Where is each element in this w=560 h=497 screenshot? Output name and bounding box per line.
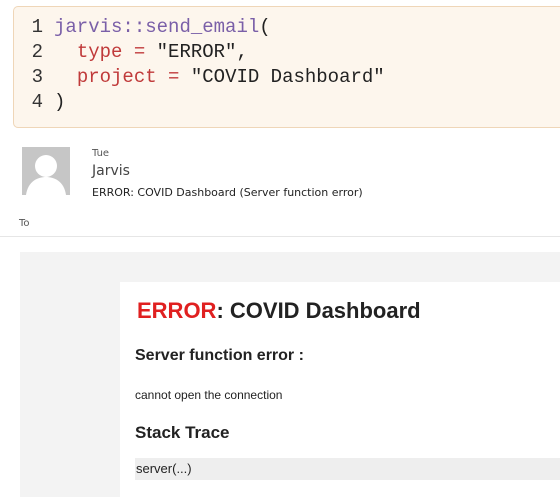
stack-trace-heading: Stack Trace (135, 423, 230, 442)
header-divider (0, 236, 560, 237)
error-title-rest: : COVID Dashboard (216, 298, 421, 323)
code-arg-name: type (76, 41, 123, 63)
email-date: Tue (92, 148, 110, 159)
code-close-paren: ) (54, 91, 66, 113)
line-number: 4 (31, 91, 43, 113)
stack-trace-line: server(...) (135, 458, 560, 480)
code-line-2: 2 type = "ERROR", (14, 40, 560, 65)
sender-avatar (22, 147, 70, 195)
error-word: ERROR (137, 298, 217, 323)
code-line-1: 1 jarvis::send_email( (14, 15, 560, 40)
code-open-paren: ( (259, 16, 271, 38)
code-namespace: jarvis (54, 16, 123, 38)
code-comma: , (236, 41, 248, 63)
email-to-label: To (19, 218, 30, 229)
server-error-message: cannot open the connection (135, 388, 283, 402)
code-string: "COVID Dashboard" (190, 66, 385, 88)
code-function: send_email (145, 16, 260, 38)
line-number: 2 (31, 41, 43, 63)
code-operator: = (156, 66, 191, 88)
code-string: "ERROR" (156, 41, 237, 63)
person-icon (22, 147, 70, 195)
email-subject: ERROR: COVID Dashboard (Server function … (92, 186, 363, 199)
code-block: 1 jarvis::send_email( 2 type = "ERROR", … (13, 6, 560, 128)
email-sender[interactable]: Jarvis (92, 163, 363, 179)
code-arg-name: project (76, 66, 157, 88)
email-message-card: ERROR: COVID Dashboard Server function e… (120, 282, 560, 497)
code-line-3: 3 project = "COVID Dashboard" (14, 65, 560, 90)
email-header: Tue Jarvis ERROR: COVID Dashboard (Serve… (92, 148, 363, 199)
code-line-4: 4 ) (14, 90, 560, 115)
line-number: 1 (31, 16, 43, 38)
error-title: ERROR: COVID Dashboard (137, 298, 421, 324)
code-operator: = (122, 41, 157, 63)
code-separator: :: (122, 16, 146, 38)
line-number: 3 (31, 66, 43, 88)
server-error-heading: Server function error : (135, 347, 304, 364)
